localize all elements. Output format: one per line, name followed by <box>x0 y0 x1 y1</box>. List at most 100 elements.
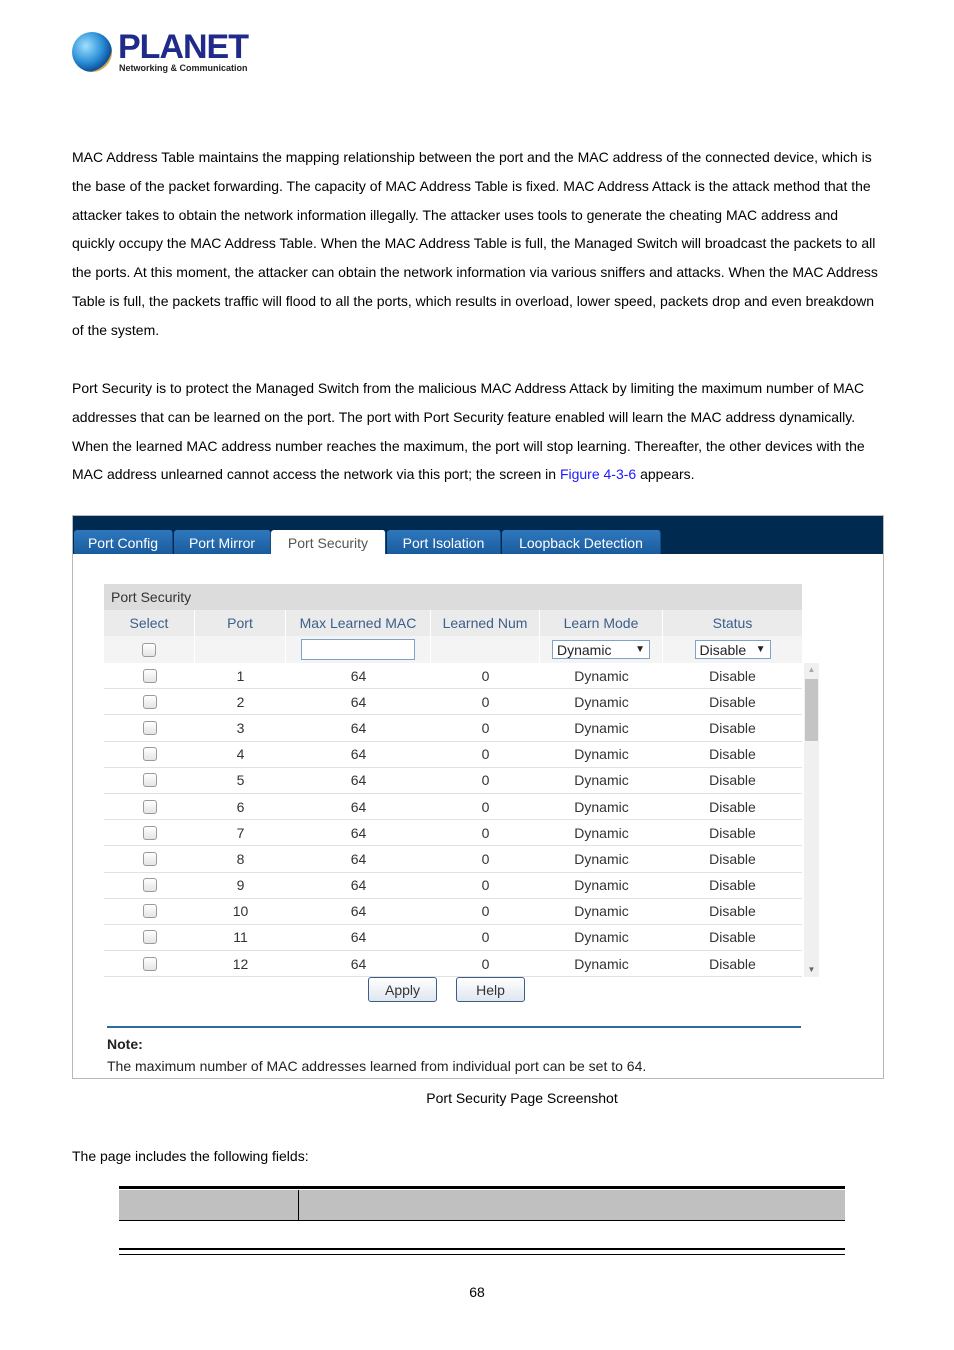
table-row: 7 64 0 Dynamic Disable <box>104 820 802 847</box>
port-cell: 6 <box>236 798 245 815</box>
tab-bar: Port Config Port Mirror Port Security Po… <box>73 516 883 554</box>
figure-link[interactable]: Figure 4-3-6 <box>560 466 636 482</box>
status-cell: Disable <box>709 877 756 894</box>
port-cell: 3 <box>236 719 245 736</box>
col-port: Port <box>195 610 286 636</box>
select-cell <box>104 715 195 740</box>
learn-mode-cell: Dynamic <box>574 798 629 815</box>
apply-button[interactable]: Apply <box>368 977 437 1002</box>
row-checkbox[interactable] <box>142 904 157 919</box>
dropdown-arrow-icon: ▼ <box>635 643 645 655</box>
filter-select-cell <box>104 636 195 663</box>
dropdown-arrow-icon: ▼ <box>755 643 766 655</box>
filter-status-cell: Disable ▼ <box>663 636 802 663</box>
row-checkbox[interactable] <box>142 694 157 709</box>
max-learned-mac-input[interactable] <box>301 639 415 660</box>
note-title: Note: <box>107 1036 143 1052</box>
row-checkbox[interactable] <box>142 851 157 866</box>
max-learned-cell: 64 <box>350 693 367 710</box>
status-cell: Disable <box>709 929 756 946</box>
port-cell: 5 <box>236 772 245 789</box>
select-all-checkbox[interactable] <box>142 642 156 657</box>
filter-mode-cell: Dynamic ▼ <box>540 636 663 663</box>
row-checkbox[interactable] <box>142 956 157 971</box>
max-learned-cell: 64 <box>350 772 367 789</box>
learned-num-cell: 0 <box>481 824 490 841</box>
table-row: 2 64 0 Dynamic Disable <box>104 689 802 716</box>
max-learned-cell: 64 <box>350 877 367 894</box>
tab-port-isolation[interactable]: Port Isolation <box>387 530 501 554</box>
row-checkbox[interactable] <box>142 747 157 762</box>
scroll-down-icon[interactable]: ▼ <box>804 963 819 977</box>
table-top-rule <box>119 1186 845 1189</box>
tab-port-mirror[interactable]: Port Mirror <box>174 530 271 554</box>
table-row: 10 64 0 Dynamic Disable <box>104 898 802 925</box>
planet-logo: PLANET Networking & Communication <box>72 30 249 76</box>
row-checkbox[interactable] <box>142 825 157 840</box>
note-divider <box>107 1026 801 1028</box>
filter-row: Dynamic ▼ Disable ▼ <box>104 636 802 663</box>
max-learned-cell: 64 <box>350 798 367 815</box>
row-checkbox[interactable] <box>142 668 157 683</box>
logo-brand: PLANET <box>118 28 249 66</box>
max-learned-cell: 64 <box>350 955 367 972</box>
status-cell: Disable <box>709 746 756 763</box>
table-bottom-rule <box>119 1248 845 1255</box>
select-cell <box>104 846 195 871</box>
scroll-thumb[interactable] <box>805 679 818 741</box>
max-learned-cell: 64 <box>350 719 367 736</box>
select-cell <box>104 899 195 924</box>
page-number: 68 <box>469 1284 485 1300</box>
figure-caption: Port Security Page Screenshot <box>426 1090 618 1106</box>
globe-icon <box>72 32 112 72</box>
help-button[interactable]: Help <box>456 977 525 1002</box>
learn-mode-cell: Dynamic <box>574 719 629 736</box>
select-cell <box>104 663 195 688</box>
select-cell <box>104 951 195 976</box>
row-checkbox[interactable] <box>142 799 157 814</box>
col-status: Status <box>712 615 753 631</box>
table-row: 4 64 0 Dynamic Disable <box>104 741 802 768</box>
row-checkbox[interactable] <box>142 878 157 893</box>
table-row: 3 64 0 Dynamic Disable <box>104 715 802 742</box>
select-cell <box>104 768 195 793</box>
tab-loopback-detection[interactable]: Loopback Detection <box>502 530 661 554</box>
learn-mode-cell: Dynamic <box>574 903 629 920</box>
scrollbar[interactable]: ▲ ▼ <box>804 663 819 978</box>
row-checkbox[interactable] <box>142 930 157 945</box>
row-checkbox[interactable] <box>142 773 157 788</box>
table-body: ▲ ▼ 1 64 0 Dynamic Disable 2 64 0 Dynamic Disable… <box>104 663 819 978</box>
select-cell <box>104 820 195 845</box>
table-row: 9 64 0 Dynamic Disable <box>104 872 802 899</box>
paragraph-end: appears. <box>636 466 695 483</box>
table-row: 6 64 0 Dynamic Disable <box>104 793 802 821</box>
learn-mode-select[interactable]: Dynamic ▼ <box>552 640 650 659</box>
max-learned-cell: 64 <box>350 929 367 946</box>
port-cell: 10 <box>232 903 249 920</box>
status-cell: Disable <box>709 667 756 684</box>
learn-mode-cell: Dynamic <box>574 693 629 710</box>
col-max-learned-mac: Max Learned MAC <box>286 610 431 636</box>
learn-mode-value: Dynamic <box>557 641 612 658</box>
port-cell: 12 <box>232 955 249 972</box>
learned-num-cell: 0 <box>481 746 490 763</box>
tab-port-security[interactable]: Port Security <box>271 530 386 554</box>
status-cell: Disable <box>709 824 756 841</box>
learned-num-cell: 0 <box>481 850 490 867</box>
learned-num-cell: 0 <box>481 667 490 684</box>
scroll-up-icon[interactable]: ▲ <box>804 663 819 677</box>
table-row: 11 64 0 Dynamic Disable <box>104 924 802 952</box>
learned-num-cell: 0 <box>481 693 490 710</box>
col-learn-mode: Learn Mode <box>540 610 663 636</box>
row-checkbox[interactable] <box>142 720 157 735</box>
table-row: 1 64 0 Dynamic Disable <box>104 663 802 690</box>
status-cell: Disable <box>709 903 756 920</box>
port-cell: 8 <box>236 850 245 867</box>
status-cell: Disable <box>709 955 756 972</box>
tab-port-config[interactable]: Port Config <box>74 530 173 554</box>
learned-num-cell: 0 <box>481 955 490 972</box>
paragraph-port-security: Port Security is to protect the Managed … <box>72 374 884 489</box>
paragraph-text: Port Security is to protect the Managed … <box>72 380 865 483</box>
port-security-screenshot: Port Config Port Mirror Port Security Po… <box>72 515 884 1079</box>
status-select[interactable]: Disable ▼ <box>694 640 771 659</box>
